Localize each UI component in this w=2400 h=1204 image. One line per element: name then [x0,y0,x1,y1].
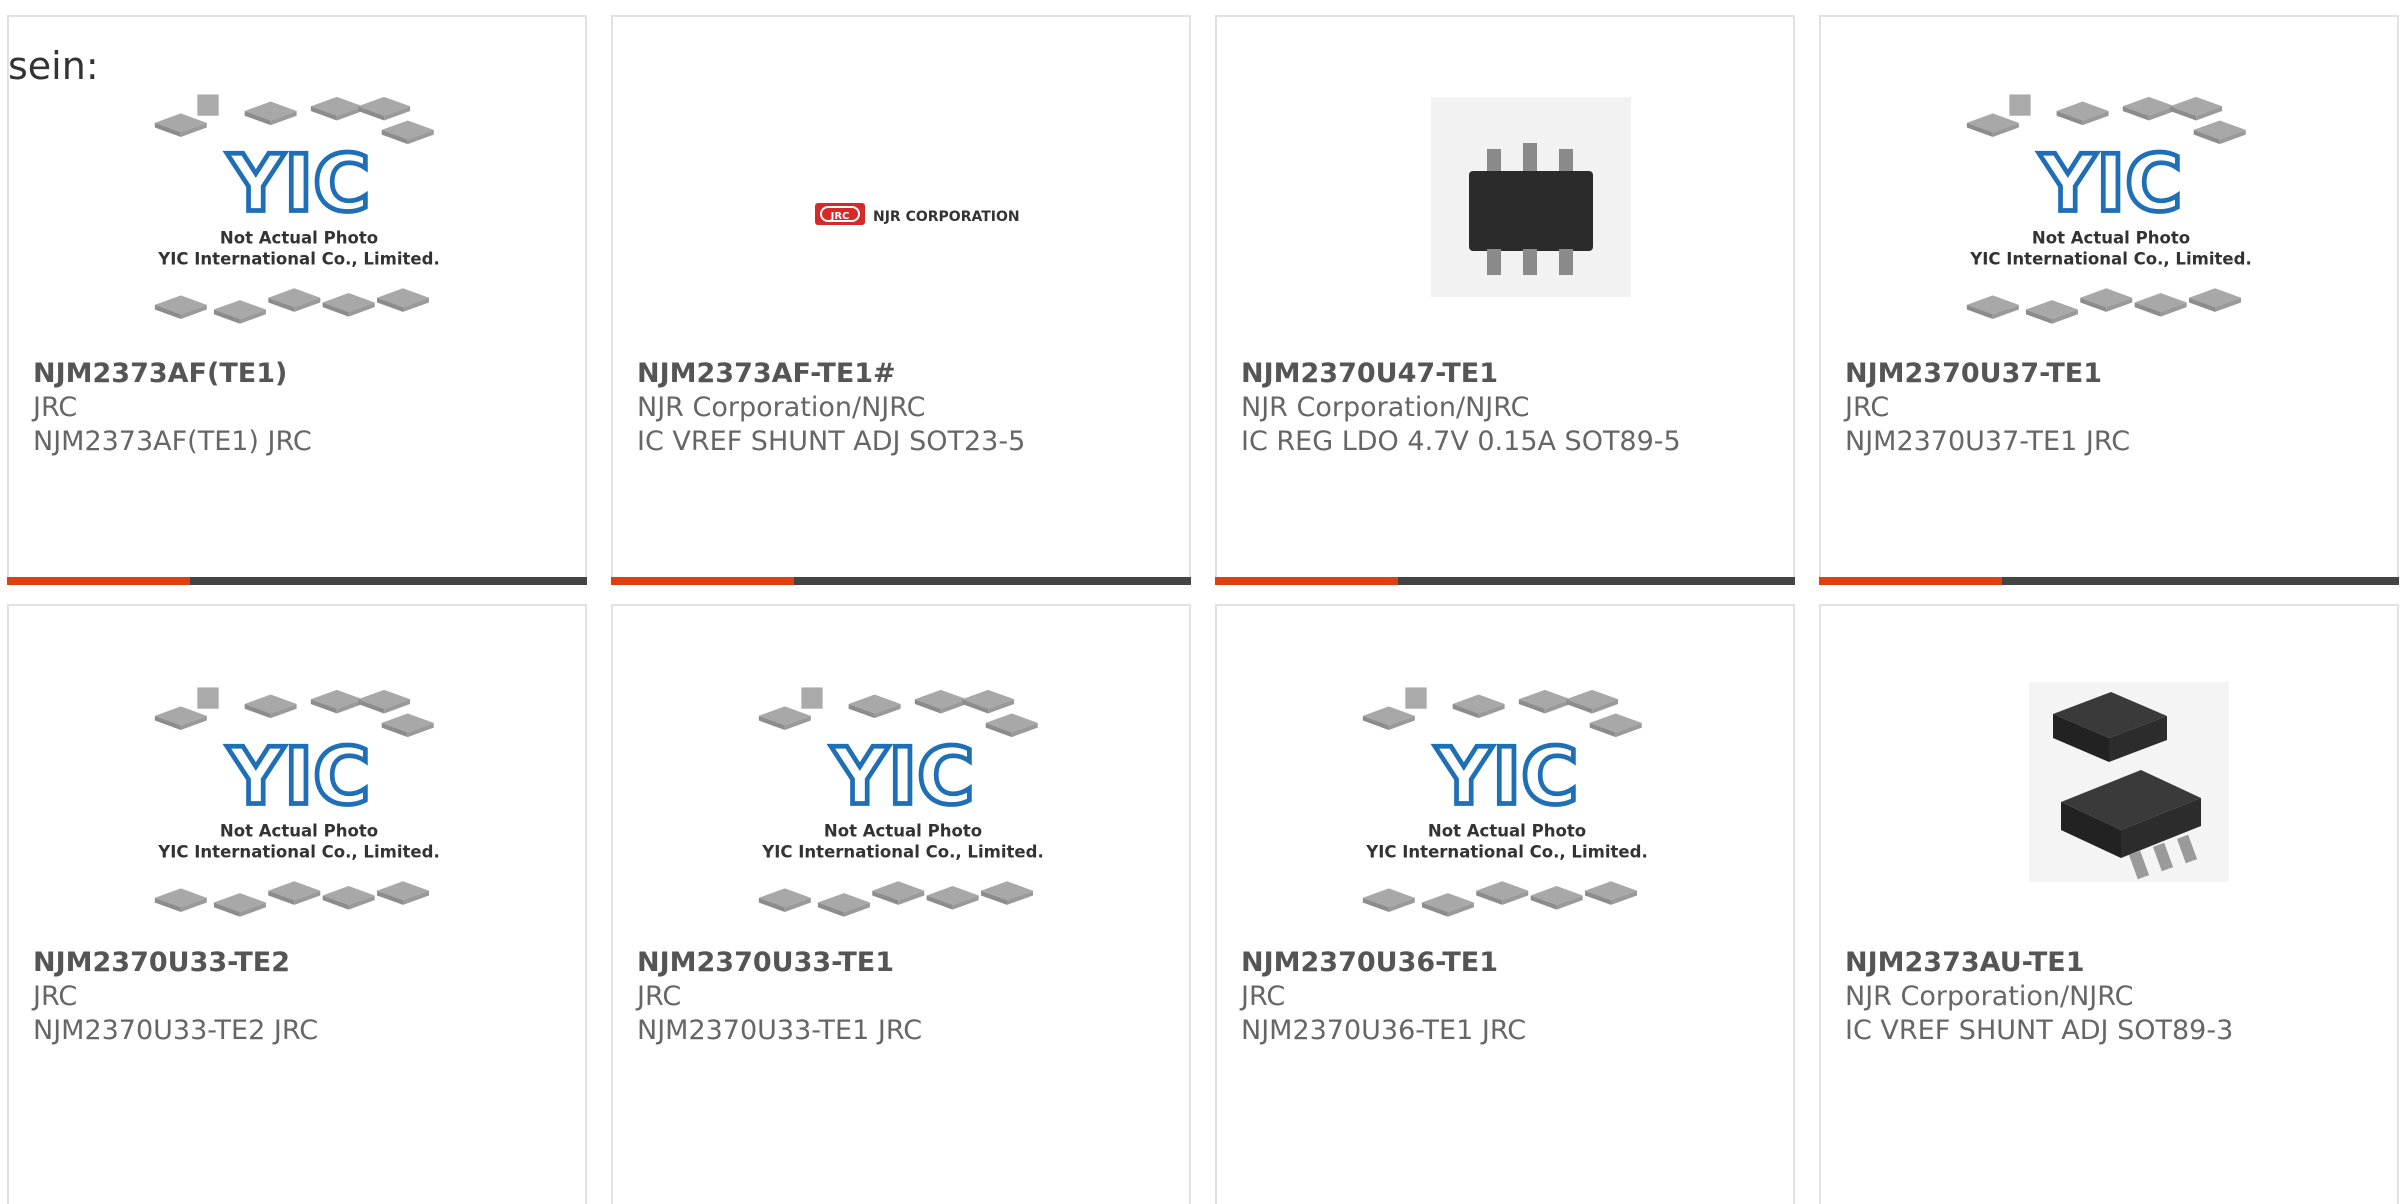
description: NJM2373AF(TE1) JRC [33,426,312,457]
placeholder-company: YIC International Co., Limited. [157,843,440,862]
product-card[interactable]: NJM2370U47-TE1 NJR Corporation/NJRC IC R… [1215,15,1795,585]
description: IC VREF SHUNT ADJ SOT23-5 [637,426,1026,457]
product-card[interactable]: JRC NJR CORPORATION NJM2373AF-TE1# NJR C… [611,15,1191,585]
yic-logo: YIC [227,139,371,229]
placeholder-caption: Not Actual Photo [824,821,982,840]
product-image-placeholder[interactable]: YIC Not Actual Photo YIC International C… [129,45,469,359]
njr-logo-image[interactable]: JRC NJR CORPORATION [733,45,1073,359]
card-bar [1819,577,2399,585]
part-number-link[interactable]: NJM2370U37-TE1 [1845,357,2387,391]
product-photo-sot89-3[interactable] [1941,666,2281,964]
product-card[interactable]: YIC Not Actual Photo YIC International C… [611,604,1191,1204]
placeholder-company: YIC International Co., Limited. [761,843,1044,862]
description: NJM2370U36-TE1 JRC [1241,1015,1527,1046]
card-bar [7,577,587,585]
part-number-link[interactable]: NJM2370U33-TE1 [637,946,1179,980]
manufacturer: NJR Corporation/NJRC [1845,981,2134,1012]
description: IC VREF SHUNT ADJ SOT89-3 [1845,1015,2234,1046]
placeholder-caption: Not Actual Photo [2032,228,2190,247]
product-card[interactable]: NJM2373AU-TE1 NJR Corporation/NJRC IC VR… [1819,604,2399,1204]
manufacturer: JRC [33,981,78,1012]
part-number-link[interactable]: NJM2373AF-TE1# [637,357,1179,391]
part-number-link[interactable]: NJM2373AU-TE1 [1845,946,2387,980]
manufacturer: JRC [1241,981,1286,1012]
yic-logo: YIC [227,732,371,822]
description: NJM2370U37-TE1 JRC [1845,426,2131,457]
product-image-placeholder[interactable]: YIC Not Actual Photo YIC International C… [129,666,469,964]
part-number-link[interactable]: NJM2370U47-TE1 [1241,357,1783,391]
product-card[interactable]: YIC Not Actual Photo YIC International C… [7,15,587,585]
description: NJM2370U33-TE1 JRC [637,1015,923,1046]
part-number-link[interactable]: NJM2373AF(TE1) [33,357,575,391]
description: NJM2370U33-TE2 JRC [33,1015,319,1046]
product-image-placeholder[interactable]: YIC Not Actual Photo YIC International C… [733,666,1073,964]
intro-text: sein: [8,44,99,88]
yic-logo: YIC [831,732,975,822]
product-photo-sot89-5[interactable] [1337,45,1677,359]
part-number-link[interactable]: NJM2370U33-TE2 [33,946,575,980]
product-image-placeholder[interactable]: YIC Not Actual Photo YIC International C… [1941,45,2281,359]
placeholder-company: YIC International Co., Limited. [157,250,440,269]
manufacturer: NJR Corporation/NJRC [1241,392,1530,423]
manufacturer: NJR Corporation/NJRC [637,392,926,423]
product-card[interactable]: YIC Not Actual Photo YIC International C… [7,604,587,1204]
yic-logo: YIC [1435,732,1579,822]
product-card[interactable]: YIC Not Actual Photo YIC International C… [1215,604,1795,1204]
card-bar [611,577,1191,585]
yic-logo: YIC [2039,139,2183,229]
svg-text:JRC: JRC [830,211,850,222]
placeholder-caption: Not Actual Photo [220,228,378,247]
manufacturer: JRC [33,392,78,423]
placeholder-caption: Not Actual Photo [220,821,378,840]
manufacturer: JRC [1845,392,1890,423]
njr-logo-text: NJR CORPORATION [873,209,1020,225]
manufacturer: JRC [637,981,682,1012]
product-image-placeholder[interactable]: YIC Not Actual Photo YIC International C… [1337,666,1677,964]
placeholder-company: YIC International Co., Limited. [1969,250,2252,269]
placeholder-caption: Not Actual Photo [1428,821,1586,840]
part-number-link[interactable]: NJM2370U36-TE1 [1241,946,1783,980]
placeholder-company: YIC International Co., Limited. [1365,843,1648,862]
product-card[interactable]: YIC Not Actual Photo YIC International C… [1819,15,2399,585]
card-bar [1215,577,1795,585]
description: IC REG LDO 4.7V 0.15A SOT89-5 [1241,426,1681,457]
